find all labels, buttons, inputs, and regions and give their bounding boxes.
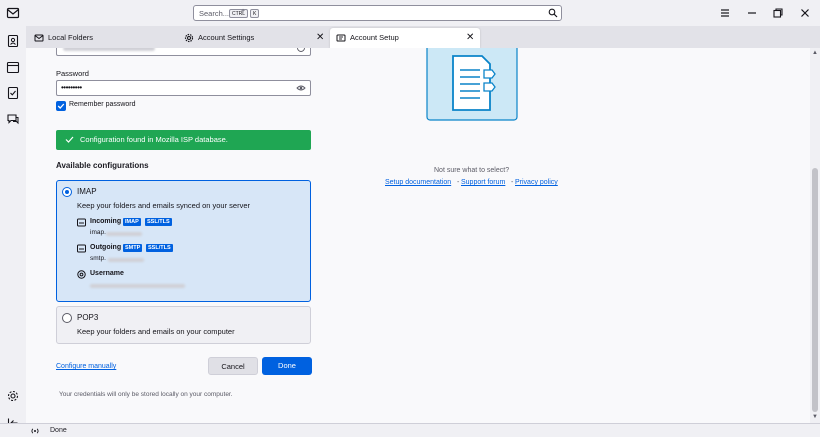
smtp-protocol-badge: SMTP	[123, 244, 143, 252]
config-found-notice: Configuration found in Mozilla ISP datab…	[56, 130, 311, 150]
help-question: Not sure what to select?	[434, 167, 510, 174]
credentials-note: Your credentials will only be stored loc…	[59, 391, 233, 398]
ssl-tls-badge: SSL/TLS	[145, 218, 172, 226]
online-status-icon[interactable]	[30, 426, 40, 436]
status-bar: Done	[0, 423, 820, 437]
remember-password-label: Remember password	[69, 101, 136, 108]
tab-account-setup[interactable]: Account Setup ✕	[330, 28, 480, 48]
scroll-up-icon[interactable]: ▲	[810, 50, 820, 56]
close-tab-icon[interactable]: ✕	[466, 28, 474, 48]
imap-protocol-badge: IMAP	[123, 218, 141, 226]
tab-label: Account Settings	[198, 33, 255, 42]
setup-documentation-link[interactable]: Setup documentation	[385, 179, 451, 186]
gear-icon	[184, 33, 194, 43]
status-text: Done	[50, 427, 67, 434]
username-redacted	[90, 284, 185, 288]
eye-icon[interactable]	[296, 83, 306, 93]
tab-label: Account Setup	[350, 33, 399, 42]
pop3-description: Keep your folders and emails on your com…	[77, 327, 235, 336]
tasks-icon[interactable]	[6, 86, 20, 100]
chat-icon[interactable]	[6, 112, 20, 126]
password-value: •••••••••	[61, 83, 82, 92]
address-book-icon[interactable]	[6, 34, 20, 48]
shortcut-key-ctrl: CTRL	[229, 9, 249, 18]
outgoing-host-redacted	[108, 258, 144, 262]
menu-icon[interactable]	[718, 6, 732, 20]
scrollbar[interactable]: ▲ ▼	[810, 48, 820, 423]
minimize-icon[interactable]	[745, 6, 759, 20]
cancel-button[interactable]: Cancel	[208, 357, 258, 375]
tab-label: Local Folders	[48, 33, 94, 42]
remember-password-checkbox[interactable]	[56, 101, 66, 111]
calendar-icon[interactable]	[6, 60, 20, 74]
email-field[interactable]	[56, 48, 311, 56]
pop3-option[interactable]: POP3 Keep your folders and emails on you…	[56, 306, 311, 344]
search-placeholder: Search...	[199, 9, 230, 18]
outgoing-server-icon	[77, 244, 86, 253]
imap-description: Keep your folders and emails synced on y…	[77, 201, 251, 210]
available-configurations-heading: Available configurations	[56, 161, 149, 170]
ssl-tls-badge: SSL/TLS	[146, 244, 173, 252]
shortcut-key-k: K	[250, 9, 260, 18]
incoming-server-icon	[77, 218, 86, 227]
incoming-host-redacted	[106, 232, 142, 236]
notice-text: Configuration found in Mozilla ISP datab…	[80, 135, 228, 144]
privacy-policy-link[interactable]: Privacy policy	[515, 179, 558, 186]
imap-title: IMAP	[77, 187, 97, 196]
account-setup-page: Password ••••••••• Remember password Con…	[26, 48, 820, 423]
checkmark-icon	[57, 103, 65, 109]
mail-icon[interactable]	[6, 6, 20, 20]
restore-icon[interactable]	[771, 6, 785, 20]
pop3-radio[interactable]	[62, 313, 72, 323]
username-label: Username	[90, 270, 124, 277]
scroll-thumb[interactable]	[812, 168, 818, 412]
info-icon	[297, 48, 305, 52]
configure-manually-link[interactable]: Configure manually	[56, 363, 116, 370]
close-window-icon[interactable]	[798, 6, 812, 20]
support-forum-link[interactable]: Support forum	[461, 179, 505, 186]
password-field[interactable]: •••••••••	[56, 80, 311, 96]
imap-option[interactable]: IMAP Keep your folders and emails synced…	[56, 180, 311, 302]
tab-account-settings[interactable]: Account Settings ✕	[178, 28, 328, 48]
mail-icon	[34, 34, 44, 42]
help-separator: -	[511, 179, 514, 186]
document-illustration	[426, 48, 518, 121]
outgoing-label: Outgoing	[90, 244, 122, 251]
scroll-down-icon[interactable]: ▼	[810, 414, 820, 420]
spaces-toolbar	[0, 26, 26, 428]
tab-strip: Local Folders Account Settings ✕ Account…	[26, 26, 820, 48]
close-tab-icon[interactable]: ✕	[316, 28, 324, 48]
password-label: Password	[56, 69, 89, 78]
tab-local-folders[interactable]: Local Folders	[28, 28, 176, 48]
outgoing-host: smtp.	[90, 255, 106, 262]
help-separator: -	[457, 179, 460, 186]
imap-radio[interactable]	[62, 187, 72, 197]
at-sign-icon	[77, 270, 86, 279]
shortcut-plus: +	[241, 8, 246, 15]
pop3-title: POP3	[77, 313, 99, 322]
incoming-label: Incoming	[90, 218, 122, 225]
search-box[interactable]: Search... CTRL + K	[193, 5, 562, 21]
incoming-host: imap.	[90, 229, 106, 236]
email-value-redacted	[63, 48, 155, 51]
settings-icon[interactable]	[6, 389, 20, 403]
done-button[interactable]: Done	[262, 357, 312, 375]
checkmark-icon	[65, 136, 74, 143]
account-setup-icon	[336, 34, 346, 42]
title-bar: Search... CTRL + K	[0, 0, 820, 26]
search-icon[interactable]	[548, 8, 558, 18]
